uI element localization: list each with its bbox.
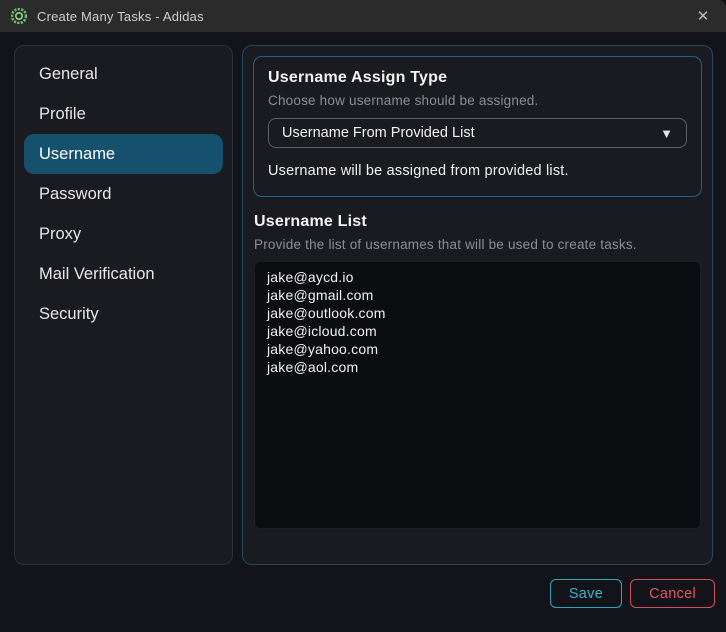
username-assign-type-card: Username Assign Type Choose how username… xyxy=(253,56,702,197)
username-list-section: Username List Provide the list of userna… xyxy=(253,213,702,554)
chevron-down-icon: ▼ xyxy=(660,127,673,140)
assign-type-title: Username Assign Type xyxy=(268,69,687,87)
username-list-title: Username List xyxy=(254,213,701,231)
sidebar-item-proxy[interactable]: Proxy xyxy=(24,214,223,254)
sidebar-item-mail-verification[interactable]: Mail Verification xyxy=(24,254,223,294)
dropdown-selected-value: Username From Provided List xyxy=(282,125,475,141)
username-assign-type-dropdown[interactable]: Username From Provided List ▼ xyxy=(268,118,687,148)
sidebar-item-security[interactable]: Security xyxy=(24,294,223,334)
main-panel: Username Assign Type Choose how username… xyxy=(242,45,713,565)
username-list-description: Provide the list of usernames that will … xyxy=(254,237,701,252)
assign-type-description: Choose how username should be assigned. xyxy=(268,93,687,108)
app-logo-icon xyxy=(11,8,27,24)
sidebar-item-password[interactable]: Password xyxy=(24,174,223,214)
sidebar-nav: General Profile Username Password Proxy … xyxy=(14,45,233,565)
titlebar: Create Many Tasks - Adidas ✕ xyxy=(0,0,726,32)
sidebar-item-general[interactable]: General xyxy=(24,54,223,94)
dialog-footer: Save Cancel xyxy=(0,565,726,632)
sidebar-item-username[interactable]: Username xyxy=(24,134,223,174)
username-list-textarea[interactable]: jake@aycd.io jake@gmail.com jake@outlook… xyxy=(254,261,701,529)
save-button[interactable]: Save xyxy=(550,579,622,608)
window-title: Create Many Tasks - Adidas xyxy=(37,9,680,24)
dialog-content: General Profile Username Password Proxy … xyxy=(0,32,726,565)
close-icon[interactable]: ✕ xyxy=(680,0,726,32)
dialog-window: Create Many Tasks - Adidas ✕ General Pro… xyxy=(0,0,726,632)
assign-type-helper-text: Username will be assigned from provided … xyxy=(268,163,687,179)
cancel-button[interactable]: Cancel xyxy=(630,579,715,608)
sidebar-item-profile[interactable]: Profile xyxy=(24,94,223,134)
